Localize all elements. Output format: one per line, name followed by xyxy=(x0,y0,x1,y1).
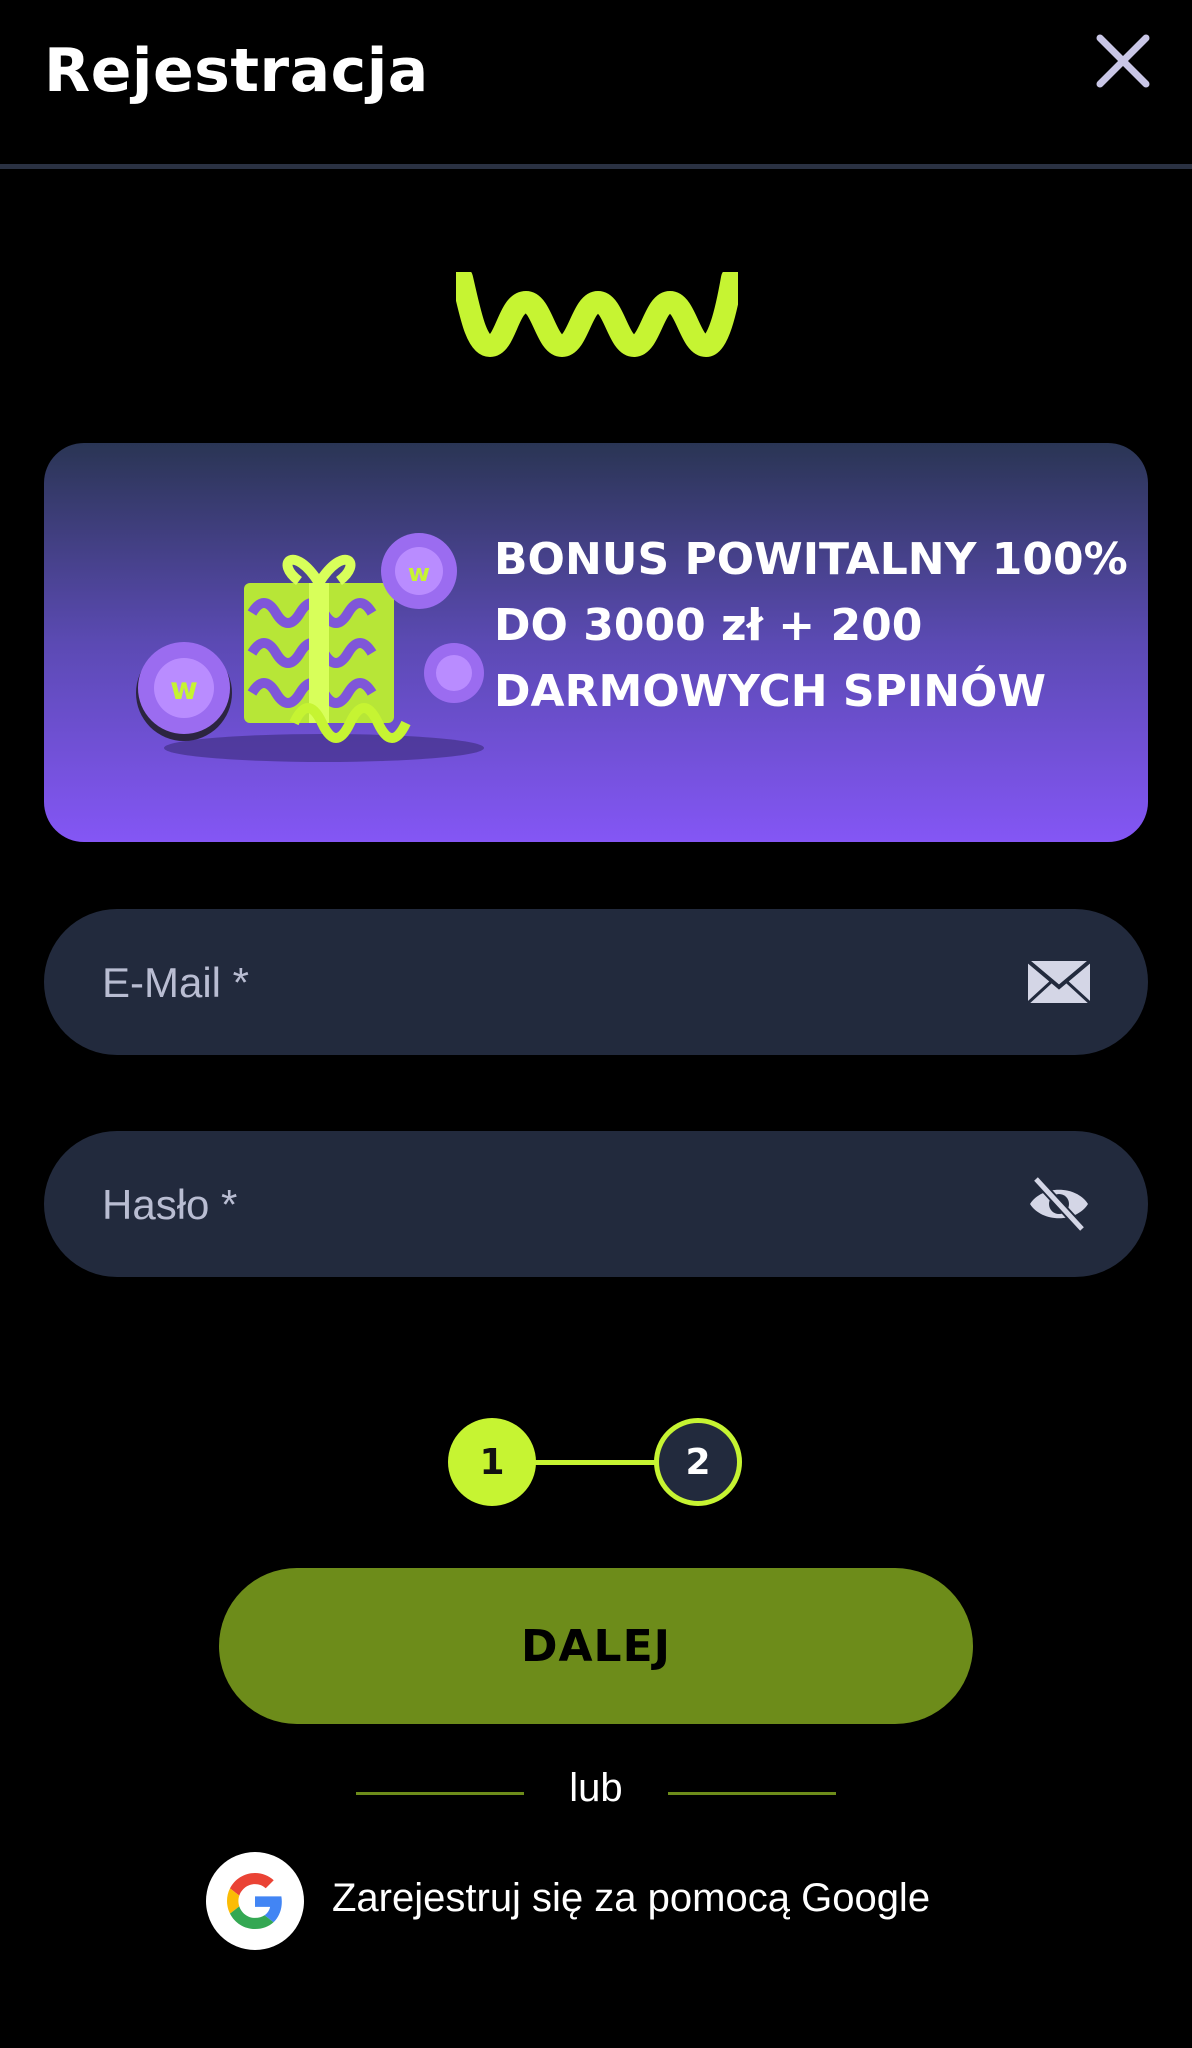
password-field[interactable] xyxy=(100,1131,1004,1279)
step-2-indicator: 2 xyxy=(654,1418,742,1506)
close-icon xyxy=(1096,34,1150,88)
password-field-wrapper xyxy=(44,1131,1148,1279)
envelope-icon xyxy=(1026,959,1092,1005)
step-1-indicator: 1 xyxy=(448,1418,536,1506)
svg-text:w: w xyxy=(408,559,430,587)
google-signup-button[interactable]: Zarejestruj się za pomocą Google xyxy=(206,1852,1006,1952)
email-field[interactable] xyxy=(100,909,1004,1057)
header: Rejestracja xyxy=(0,0,1192,169)
google-signup-label: Zarejestruj się za pomocą Google xyxy=(332,1876,931,1920)
brand-logo xyxy=(451,267,743,358)
page-title: Rejestracja xyxy=(44,36,429,106)
gift-box-illustration: w w xyxy=(136,533,484,762)
stepper-connector xyxy=(528,1460,668,1465)
google-icon xyxy=(227,1873,282,1929)
registration-stepper: 1 2 xyxy=(448,1418,744,1508)
bonus-line-3: DARMOWYCH SPINÓW xyxy=(494,666,1046,717)
close-button[interactable] xyxy=(1094,32,1152,90)
bonus-line-2: DO 3000 zł + 200 xyxy=(494,600,923,651)
or-divider: lub xyxy=(356,1766,836,1816)
bonus-line-1: BONUS POWITALNY 100% xyxy=(494,534,1128,585)
google-icon-wrapper xyxy=(206,1852,304,1950)
welcome-bonus-banner[interactable]: w w BONUS POWITALNY 100% DO 3000 zł + 20… xyxy=(44,443,1148,842)
email-field-wrapper xyxy=(44,909,1148,1057)
svg-text:w: w xyxy=(170,672,198,707)
divider-line-right xyxy=(668,1792,836,1795)
bonus-text: BONUS POWITALNY 100% DO 3000 zł + 200 DA… xyxy=(494,527,1134,725)
next-button[interactable]: DALEJ xyxy=(219,1568,973,1724)
or-label: lub xyxy=(569,1766,623,1810)
logo-icon xyxy=(451,267,743,357)
eye-off-icon[interactable] xyxy=(1026,1173,1092,1235)
